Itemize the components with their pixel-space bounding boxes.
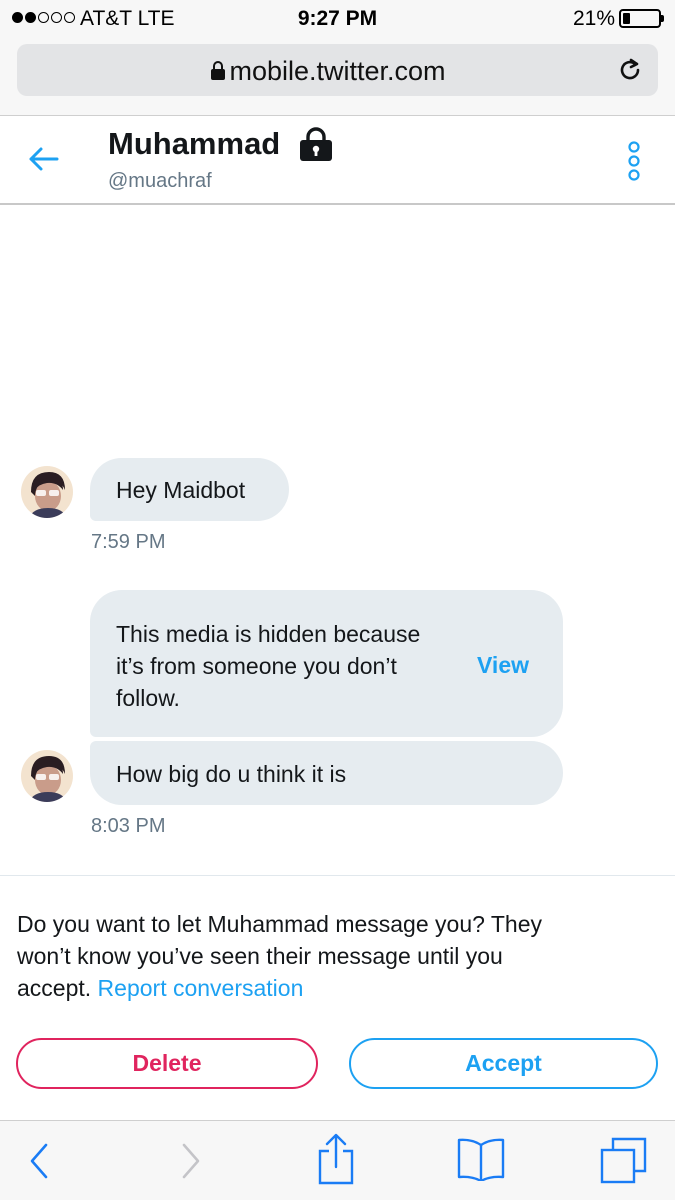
back-chevron-icon[interactable] bbox=[28, 1143, 50, 1179]
conversation-header: Muhammad @muachraf bbox=[0, 116, 675, 205]
avatar[interactable] bbox=[21, 466, 73, 518]
browser-toolbar bbox=[0, 1120, 675, 1200]
message-timestamp: 7:59 PM bbox=[91, 531, 166, 553]
message-request-prompt: Do you want to let Muhammad message you?… bbox=[17, 911, 543, 1001]
message-text: Hey Maidbot bbox=[116, 477, 246, 503]
message-bubble[interactable]: Hey Maidbot bbox=[90, 458, 289, 521]
status-bar: AT&T LTE 9:27 PM 21% bbox=[0, 0, 675, 38]
accept-button[interactable]: Accept bbox=[349, 1038, 658, 1089]
message-timestamp: 8:03 PM bbox=[91, 815, 166, 837]
hidden-media-notice: This media is hidden because it’s from s… bbox=[116, 621, 421, 711]
back-arrow-icon[interactable] bbox=[26, 144, 60, 174]
url-text: mobile.twitter.com bbox=[229, 56, 446, 86]
conversation-title: Muhammad bbox=[108, 126, 281, 161]
battery-percent: 21% bbox=[572, 7, 615, 30]
message-text: How big do u think it is bbox=[116, 761, 347, 787]
message-bubble[interactable]: How big do u think it is bbox=[90, 741, 563, 805]
user-handle: @muachraf bbox=[108, 170, 212, 192]
battery-icon bbox=[619, 9, 664, 28]
divider bbox=[0, 875, 675, 876]
view-media-link[interactable]: View bbox=[477, 652, 529, 679]
forward-chevron-icon[interactable] bbox=[180, 1143, 202, 1179]
bookmarks-icon[interactable] bbox=[456, 1137, 506, 1181]
battery-level-fill bbox=[623, 13, 630, 24]
browser-address-area: mobile.twitter.com bbox=[0, 38, 675, 116]
hidden-media-bubble: This media is hidden because it’s from s… bbox=[90, 590, 563, 737]
share-icon[interactable] bbox=[316, 1133, 356, 1185]
profile-photo-icon bbox=[21, 750, 73, 802]
tabs-icon[interactable] bbox=[600, 1137, 648, 1185]
report-conversation-link[interactable]: Report conversation bbox=[98, 975, 304, 1001]
address-bar[interactable]: mobile.twitter.com bbox=[17, 44, 658, 96]
profile-photo-icon bbox=[21, 466, 73, 518]
avatar[interactable] bbox=[21, 750, 73, 802]
delete-button[interactable]: Delete bbox=[16, 1038, 318, 1089]
protected-account-lock-icon bbox=[300, 127, 332, 161]
reload-icon[interactable] bbox=[616, 56, 644, 84]
vertical-dots-icon[interactable] bbox=[627, 140, 641, 182]
